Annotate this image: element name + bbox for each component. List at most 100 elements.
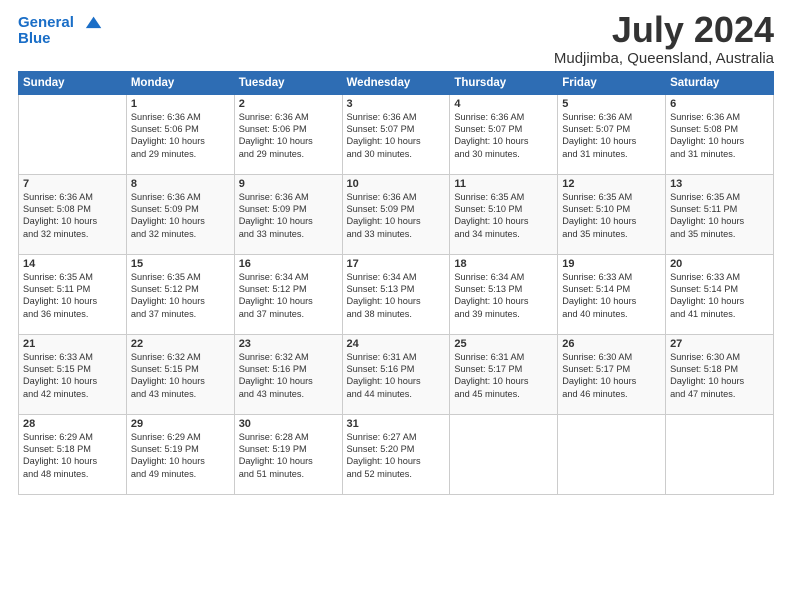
day-number: 17 (347, 258, 446, 270)
day-number: 9 (239, 178, 338, 190)
day-number: 5 (562, 98, 661, 110)
day-number: 1 (131, 98, 230, 110)
cell-info: Sunrise: 6:34 AM Sunset: 5:13 PM Dayligh… (454, 271, 553, 321)
cell-info: Sunrise: 6:30 AM Sunset: 5:17 PM Dayligh… (562, 351, 661, 401)
cell-info: Sunrise: 6:36 AM Sunset: 5:07 PM Dayligh… (562, 111, 661, 161)
cell-3-6: 27Sunrise: 6:30 AM Sunset: 5:18 PM Dayli… (666, 334, 774, 414)
cell-4-3: 31Sunrise: 6:27 AM Sunset: 5:20 PM Dayli… (342, 414, 450, 494)
day-number: 20 (670, 258, 769, 270)
header-monday: Monday (126, 71, 234, 94)
day-number: 31 (347, 418, 446, 430)
cell-3-5: 26Sunrise: 6:30 AM Sunset: 5:17 PM Dayli… (558, 334, 666, 414)
cell-2-0: 14Sunrise: 6:35 AM Sunset: 5:11 PM Dayli… (19, 254, 127, 334)
cell-0-2: 2Sunrise: 6:36 AM Sunset: 5:06 PM Daylig… (234, 94, 342, 174)
cell-info: Sunrise: 6:30 AM Sunset: 5:18 PM Dayligh… (670, 351, 769, 401)
day-number: 27 (670, 338, 769, 350)
cell-3-4: 25Sunrise: 6:31 AM Sunset: 5:17 PM Dayli… (450, 334, 558, 414)
cell-3-2: 23Sunrise: 6:32 AM Sunset: 5:16 PM Dayli… (234, 334, 342, 414)
day-number: 15 (131, 258, 230, 270)
calendar-table: SundayMondayTuesdayWednesdayThursdayFrid… (18, 71, 774, 495)
day-number: 19 (562, 258, 661, 270)
cell-1-1: 8Sunrise: 6:36 AM Sunset: 5:09 PM Daylig… (126, 174, 234, 254)
day-number: 14 (23, 258, 122, 270)
title-block: July 2024 Mudjimba, Queensland, Australi… (554, 10, 774, 67)
week-row-2: 14Sunrise: 6:35 AM Sunset: 5:11 PM Dayli… (19, 254, 774, 334)
day-number: 13 (670, 178, 769, 190)
cell-3-1: 22Sunrise: 6:32 AM Sunset: 5:15 PM Dayli… (126, 334, 234, 414)
cell-info: Sunrise: 6:36 AM Sunset: 5:08 PM Dayligh… (670, 111, 769, 161)
cell-info: Sunrise: 6:29 AM Sunset: 5:19 PM Dayligh… (131, 431, 230, 481)
cell-info: Sunrise: 6:34 AM Sunset: 5:12 PM Dayligh… (239, 271, 338, 321)
cell-2-1: 15Sunrise: 6:35 AM Sunset: 5:12 PM Dayli… (126, 254, 234, 334)
cell-info: Sunrise: 6:36 AM Sunset: 5:09 PM Dayligh… (131, 191, 230, 241)
day-number: 2 (239, 98, 338, 110)
cell-info: Sunrise: 6:36 AM Sunset: 5:08 PM Dayligh… (23, 191, 122, 241)
cell-0-1: 1Sunrise: 6:36 AM Sunset: 5:06 PM Daylig… (126, 94, 234, 174)
cell-4-0: 28Sunrise: 6:29 AM Sunset: 5:18 PM Dayli… (19, 414, 127, 494)
cell-3-3: 24Sunrise: 6:31 AM Sunset: 5:16 PM Dayli… (342, 334, 450, 414)
day-number: 28 (23, 418, 122, 430)
cell-info: Sunrise: 6:31 AM Sunset: 5:16 PM Dayligh… (347, 351, 446, 401)
header-row: SundayMondayTuesdayWednesdayThursdayFrid… (19, 71, 774, 94)
cell-info: Sunrise: 6:36 AM Sunset: 5:06 PM Dayligh… (131, 111, 230, 161)
day-number: 21 (23, 338, 122, 350)
cell-4-5 (558, 414, 666, 494)
cell-info: Sunrise: 6:31 AM Sunset: 5:17 PM Dayligh… (454, 351, 553, 401)
cell-1-6: 13Sunrise: 6:35 AM Sunset: 5:11 PM Dayli… (666, 174, 774, 254)
cell-info: Sunrise: 6:36 AM Sunset: 5:07 PM Dayligh… (347, 111, 446, 161)
month-title: July 2024 (554, 10, 774, 50)
cell-info: Sunrise: 6:32 AM Sunset: 5:15 PM Dayligh… (131, 351, 230, 401)
header-friday: Friday (558, 71, 666, 94)
cell-0-0 (19, 94, 127, 174)
cell-2-3: 17Sunrise: 6:34 AM Sunset: 5:13 PM Dayli… (342, 254, 450, 334)
header-sunday: Sunday (19, 71, 127, 94)
logo: General Blue (18, 14, 102, 47)
cell-4-1: 29Sunrise: 6:29 AM Sunset: 5:19 PM Dayli… (126, 414, 234, 494)
day-number: 25 (454, 338, 553, 350)
cell-1-2: 9Sunrise: 6:36 AM Sunset: 5:09 PM Daylig… (234, 174, 342, 254)
cell-info: Sunrise: 6:33 AM Sunset: 5:14 PM Dayligh… (670, 271, 769, 321)
day-number: 24 (347, 338, 446, 350)
cell-info: Sunrise: 6:36 AM Sunset: 5:06 PM Dayligh… (239, 111, 338, 161)
cell-0-6: 6Sunrise: 6:36 AM Sunset: 5:08 PM Daylig… (666, 94, 774, 174)
day-number: 7 (23, 178, 122, 190)
cell-info: Sunrise: 6:35 AM Sunset: 5:11 PM Dayligh… (23, 271, 122, 321)
day-number: 11 (454, 178, 553, 190)
day-number: 18 (454, 258, 553, 270)
day-number: 8 (131, 178, 230, 190)
cell-info: Sunrise: 6:28 AM Sunset: 5:19 PM Dayligh… (239, 431, 338, 481)
day-number: 12 (562, 178, 661, 190)
cell-0-4: 4Sunrise: 6:36 AM Sunset: 5:07 PM Daylig… (450, 94, 558, 174)
week-row-1: 7Sunrise: 6:36 AM Sunset: 5:08 PM Daylig… (19, 174, 774, 254)
cell-3-0: 21Sunrise: 6:33 AM Sunset: 5:15 PM Dayli… (19, 334, 127, 414)
day-number: 10 (347, 178, 446, 190)
cell-info: Sunrise: 6:35 AM Sunset: 5:11 PM Dayligh… (670, 191, 769, 241)
day-number: 6 (670, 98, 769, 110)
day-number: 16 (239, 258, 338, 270)
cell-info: Sunrise: 6:36 AM Sunset: 5:09 PM Dayligh… (347, 191, 446, 241)
cell-0-3: 3Sunrise: 6:36 AM Sunset: 5:07 PM Daylig… (342, 94, 450, 174)
cell-0-5: 5Sunrise: 6:36 AM Sunset: 5:07 PM Daylig… (558, 94, 666, 174)
cell-4-4 (450, 414, 558, 494)
header-thursday: Thursday (450, 71, 558, 94)
week-row-0: 1Sunrise: 6:36 AM Sunset: 5:06 PM Daylig… (19, 94, 774, 174)
cell-info: Sunrise: 6:36 AM Sunset: 5:07 PM Dayligh… (454, 111, 553, 161)
cell-info: Sunrise: 6:33 AM Sunset: 5:15 PM Dayligh… (23, 351, 122, 401)
cell-info: Sunrise: 6:35 AM Sunset: 5:10 PM Dayligh… (454, 191, 553, 241)
cell-info: Sunrise: 6:35 AM Sunset: 5:12 PM Dayligh… (131, 271, 230, 321)
cell-4-6 (666, 414, 774, 494)
cell-2-5: 19Sunrise: 6:33 AM Sunset: 5:14 PM Dayli… (558, 254, 666, 334)
day-number: 30 (239, 418, 338, 430)
cell-1-0: 7Sunrise: 6:36 AM Sunset: 5:08 PM Daylig… (19, 174, 127, 254)
cell-2-6: 20Sunrise: 6:33 AM Sunset: 5:14 PM Dayli… (666, 254, 774, 334)
day-number: 26 (562, 338, 661, 350)
cell-1-3: 10Sunrise: 6:36 AM Sunset: 5:09 PM Dayli… (342, 174, 450, 254)
cell-2-2: 16Sunrise: 6:34 AM Sunset: 5:12 PM Dayli… (234, 254, 342, 334)
week-row-3: 21Sunrise: 6:33 AM Sunset: 5:15 PM Dayli… (19, 334, 774, 414)
day-number: 3 (347, 98, 446, 110)
cell-1-5: 12Sunrise: 6:35 AM Sunset: 5:10 PM Dayli… (558, 174, 666, 254)
cell-info: Sunrise: 6:34 AM Sunset: 5:13 PM Dayligh… (347, 271, 446, 321)
cell-1-4: 11Sunrise: 6:35 AM Sunset: 5:10 PM Dayli… (450, 174, 558, 254)
cell-info: Sunrise: 6:33 AM Sunset: 5:14 PM Dayligh… (562, 271, 661, 321)
day-number: 29 (131, 418, 230, 430)
